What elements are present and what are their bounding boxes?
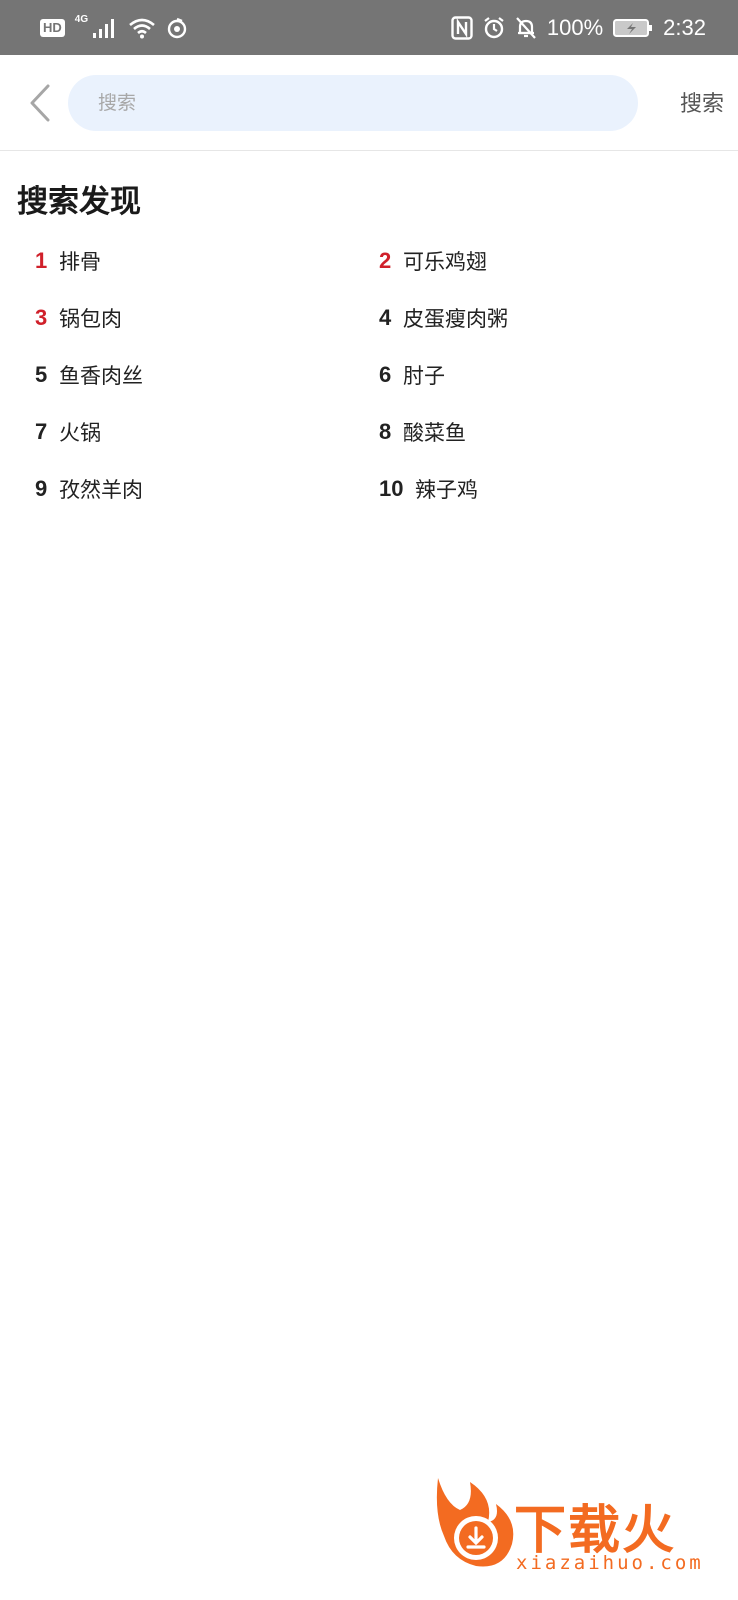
status-bar: HD 4G 100% 2:32: [0, 0, 738, 55]
hotspot-icon: [166, 17, 188, 39]
hot-search-item[interactable]: 6 肘子: [345, 346, 738, 403]
hot-search-list: 1 排骨 2 可乐鸡翅 3 锅包肉 4 皮蛋瘦肉粥 5 鱼香肉丝 6 肘子 7 火锅 8 酸菜鱼 9 孜然羊肉 10…: [0, 232, 738, 517]
section-title: 搜索发现: [17, 184, 141, 220]
search-box[interactable]: [68, 75, 638, 131]
watermark-url: xiazaihuo.com: [516, 1552, 704, 1574]
hot-search-item[interactable]: 5 鱼香肉丝: [0, 346, 345, 403]
signal-icon: [92, 17, 118, 39]
search-term: 皮蛋瘦肉粥: [403, 306, 508, 331]
hot-search-item[interactable]: 1 排骨: [0, 232, 345, 289]
rank-number: 8: [379, 418, 392, 444]
rank-number: 9: [35, 475, 48, 501]
rank-number: 7: [35, 418, 48, 444]
search-term: 锅包肉: [59, 306, 122, 331]
search-term: 孜然羊肉: [59, 477, 143, 502]
hot-search-item[interactable]: 7 火锅: [0, 403, 345, 460]
status-right: 100% 2:32: [451, 15, 706, 41]
rank-number: 3: [35, 304, 48, 330]
hot-search-item[interactable]: 3 锅包肉: [0, 289, 345, 346]
nfc-icon: [451, 15, 473, 40]
search-term: 可乐鸡翅: [403, 249, 487, 274]
rank-number: 6: [379, 361, 392, 387]
search-term: 辣子鸡: [415, 477, 478, 502]
search-term: 肘子: [403, 363, 445, 388]
back-button[interactable]: [22, 80, 58, 126]
alarm-icon: [483, 16, 505, 40]
search-button[interactable]: 搜索: [680, 86, 724, 118]
watermark: 下载火 xiazaihuo.com: [430, 1474, 730, 1594]
hot-search-item[interactable]: 9 孜然羊肉: [0, 460, 345, 517]
hot-search-item[interactable]: 4 皮蛋瘦肉粥: [345, 289, 738, 346]
rank-number: 10: [379, 475, 404, 501]
search-term: 火锅: [59, 420, 101, 445]
wifi-icon: [128, 17, 156, 39]
status-left: HD 4G: [40, 14, 188, 39]
hot-search-item[interactable]: 10 辣子鸡: [345, 460, 738, 517]
network-type: 4G: [74, 14, 89, 25]
hot-search-item[interactable]: 2 可乐鸡翅: [345, 232, 738, 289]
rank-number: 5: [35, 361, 48, 387]
hd-badge: HD: [40, 18, 65, 37]
search-term: 酸菜鱼: [403, 420, 466, 445]
flame-logo-icon: [430, 1474, 516, 1578]
battery-percent: 100%: [546, 14, 604, 40]
hot-search-item[interactable]: 8 酸菜鱼: [345, 403, 738, 460]
mute-icon: [515, 16, 537, 40]
search-term: 鱼香肉丝: [59, 363, 143, 388]
chevron-left-icon: [28, 84, 52, 122]
battery-icon: [613, 17, 653, 39]
search-term: 排骨: [59, 249, 101, 274]
search-input[interactable]: [96, 91, 638, 115]
rank-number: 1: [35, 247, 48, 273]
rank-number: 2: [379, 247, 392, 273]
search-header: 搜索: [0, 55, 738, 151]
clock: 2:32: [663, 14, 706, 40]
rank-number: 4: [379, 304, 392, 330]
